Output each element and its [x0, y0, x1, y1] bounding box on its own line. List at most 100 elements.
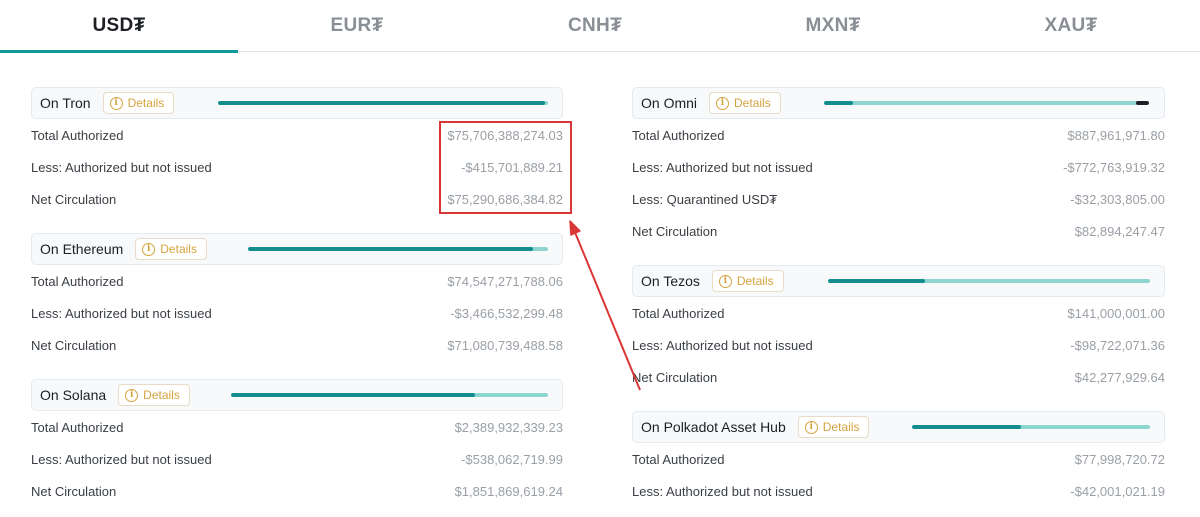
chain-name: On Tron — [40, 95, 91, 111]
chain-header: On Ethereum i Details — [31, 233, 563, 265]
chain-stat-row: Total Authorized $887,961,971.80 — [632, 119, 1165, 151]
issued-progress-fill — [248, 247, 533, 251]
stat-value: $887,961,971.80 — [1067, 127, 1165, 143]
chain-name: On Omni — [641, 95, 698, 111]
info-icon: i — [109, 96, 123, 110]
chain-name: On Solana — [40, 387, 107, 403]
stat-label: Less: Authorized but not issued — [632, 159, 813, 175]
tab-usdt[interactable]: USD₮ — [0, 0, 238, 53]
tab-mxnt[interactable]: MXN₮ — [714, 0, 952, 52]
chain-name: On Ethereum — [40, 241, 124, 257]
stat-value: -$538,062,719.99 — [461, 451, 563, 467]
stat-value: -$32,303,805.00 — [1070, 192, 1165, 208]
chain-stat-row: Total Authorized $75,706,388,274.03 — [31, 119, 563, 151]
details-button[interactable]: i Details — [709, 92, 781, 114]
chain-header: On Tron i Details — [31, 87, 563, 119]
stat-label: Net Circulation — [31, 484, 117, 500]
chain-stat-row: Less: Authorized but not issued -$538,062… — [31, 443, 563, 475]
chain-stat-row: Less: Authorized but not issued -$772,763… — [632, 151, 1165, 183]
issued-progress-bar — [248, 247, 548, 251]
stat-value: -$3,466,532,299.48 — [450, 305, 563, 321]
info-icon: i — [142, 242, 156, 256]
stat-label: Less: Authorized but not issued — [31, 451, 212, 467]
issued-progress-bar — [218, 101, 548, 105]
chain-stat-row: Less: Authorized but not issued -$42,001,… — [632, 475, 1165, 507]
stat-label: Net Circulation — [632, 224, 718, 240]
stat-label: Less: Authorized but not issued — [632, 337, 813, 353]
chain-header: On Solana i Details — [31, 379, 563, 411]
stat-value: -$415,701,889.21 — [461, 159, 563, 175]
stat-label: Less: Authorized but not issued — [31, 159, 212, 175]
chain-stat-row: Total Authorized $74,547,271,788.06 — [31, 265, 563, 297]
details-label: Details — [160, 242, 197, 256]
stat-label: Total Authorized — [31, 127, 124, 143]
chain-stat-row: Total Authorized $2,389,932,339.23 — [31, 411, 563, 443]
chain-stat-row: Net Circulation $75,290,686,384.82 — [31, 184, 563, 216]
issued-progress-bar — [828, 279, 1150, 283]
stat-value: $42,277,929.64 — [1074, 370, 1165, 386]
chain-stat-row: Net Circulation $71,080,739,488.58 — [31, 330, 563, 362]
details-label: Details — [143, 388, 180, 402]
issued-progress-fill — [912, 425, 1022, 429]
currency-tabs: USD₮ EUR₮ CNH₮ MXN₮ XAU₮ — [0, 0, 1200, 53]
stat-value: $1,851,869,619.24 — [454, 484, 563, 500]
stat-label: Net Circulation — [632, 370, 718, 386]
stat-label: Total Authorized — [31, 273, 124, 289]
chain-name: On Tezos — [641, 273, 700, 289]
quarantined-progress-fill — [1136, 101, 1149, 105]
stat-value: $2,389,932,339.23 — [454, 419, 563, 435]
details-button[interactable]: i Details — [711, 270, 784, 292]
details-label: Details — [127, 96, 165, 110]
details-button[interactable]: i Details — [118, 384, 190, 406]
details-label: Details — [736, 274, 774, 288]
stat-label: Total Authorized — [31, 419, 124, 435]
chain-name: On Polkadot Asset Hub — [641, 419, 786, 435]
stat-label: Less: Quarantined USD₮ — [632, 192, 778, 208]
issued-progress-bar — [912, 425, 1150, 429]
stat-label: Total Authorized — [632, 451, 725, 467]
details-button[interactable]: i Details — [797, 416, 870, 438]
chain-header: On Polkadot Asset Hub i Details — [632, 411, 1165, 443]
issued-progress-fill — [218, 101, 545, 105]
stat-label: Net Circulation — [31, 192, 117, 208]
issued-progress-fill — [824, 101, 854, 105]
details-label: Details — [822, 420, 860, 434]
stat-label: Net Circulation — [31, 338, 117, 354]
tab-eurt[interactable]: EUR₮ — [238, 0, 476, 52]
chain-header: On Omni i Details — [632, 87, 1165, 119]
tab-cnht[interactable]: CNH₮ — [476, 0, 714, 52]
stat-value: $75,706,388,274.03 — [447, 127, 563, 143]
chain-header: On Tezos i Details — [632, 265, 1165, 297]
stat-value: $82,894,247.47 — [1074, 224, 1165, 240]
chain-stat-row: Net Circulation $82,894,247.47 — [632, 216, 1165, 248]
tab-xaut[interactable]: XAU₮ — [952, 0, 1190, 52]
issued-progress-fill — [828, 279, 925, 283]
stat-label: Total Authorized — [632, 127, 725, 143]
issued-progress-bar — [824, 101, 1149, 105]
issued-progress-bar — [231, 393, 548, 397]
chain-stat-row: Less: Authorized but not issued -$3,466,5… — [31, 297, 563, 329]
stat-label: Total Authorized — [632, 305, 725, 321]
stat-value: $77,998,720.72 — [1074, 451, 1165, 467]
stat-value: -$98,722,071.36 — [1070, 337, 1165, 353]
chain-stat-row: Less: Quarantined USD₮ -$32,303,805.00 — [632, 184, 1165, 216]
chain-stat-row: Less: Authorized but not issued -$98,722,… — [632, 329, 1165, 361]
stat-value: $75,290,686,384.82 — [447, 192, 563, 208]
chain-stat-row: Less: Authorized but not issued -$415,701… — [31, 151, 563, 183]
details-button[interactable]: i Details — [135, 238, 207, 260]
chain-stat-row: Net Circulation $1,851,869,619.24 — [31, 476, 563, 508]
stat-label: Less: Authorized but not issued — [632, 483, 813, 499]
chain-stat-row: Total Authorized $141,000,001.00 — [632, 297, 1165, 329]
stat-value: $74,547,271,788.06 — [447, 273, 563, 289]
info-icon: i — [804, 420, 818, 434]
stat-value: -$772,763,919.32 — [1063, 159, 1165, 175]
stat-label: Less: Authorized but not issued — [31, 305, 212, 321]
details-label: Details — [734, 96, 771, 110]
info-icon: i — [125, 388, 139, 402]
chain-stat-row: Total Authorized $77,998,720.72 — [632, 443, 1165, 475]
issued-progress-fill — [231, 393, 476, 397]
details-button[interactable]: i Details — [102, 92, 175, 114]
chain-stat-row: Net Circulation $42,277,929.64 — [632, 362, 1165, 394]
stat-value: $71,080,739,488.58 — [447, 338, 563, 354]
stat-value: $141,000,001.00 — [1067, 305, 1165, 321]
